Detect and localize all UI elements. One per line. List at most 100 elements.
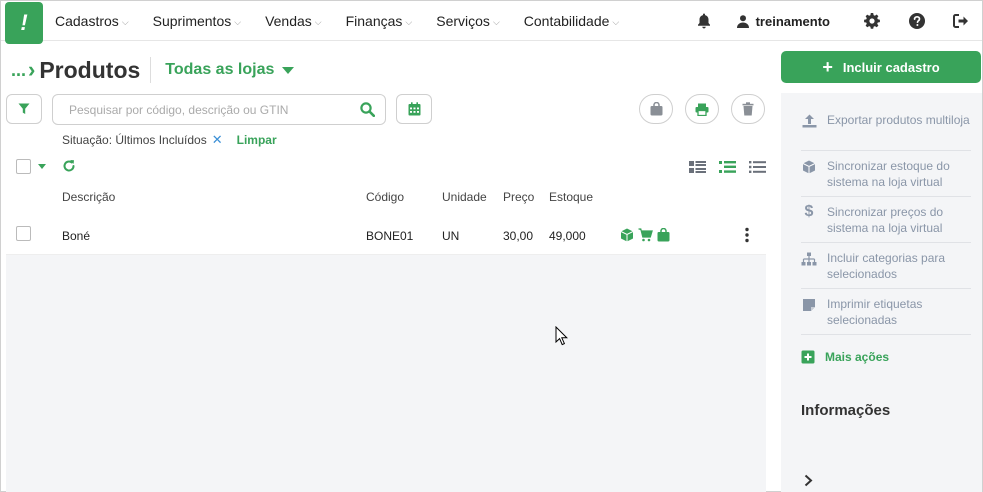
menu-servicos[interactable]: Serviços ⌵ bbox=[436, 13, 500, 29]
action-sync-stock[interactable]: Sincronizar estoque do sistema na loja v… bbox=[801, 158, 971, 190]
chevron-down-icon: ⌵ bbox=[492, 16, 500, 27]
clear-filters-link[interactable]: Limpar bbox=[237, 133, 277, 147]
column-header-estoque[interactable]: Estoque bbox=[549, 190, 593, 204]
notifications-button[interactable] bbox=[685, 1, 723, 41]
menu-label: Cadastros bbox=[55, 13, 119, 29]
row-actions-button[interactable] bbox=[745, 227, 749, 248]
action-sync-prices[interactable]: $ Sincronizar preços do sistema na loja … bbox=[801, 204, 971, 236]
action-label: Incluir categorias para selecionados bbox=[827, 251, 946, 281]
column-header-unidade[interactable]: Unidade bbox=[442, 190, 487, 204]
view-mode-cards[interactable] bbox=[689, 160, 706, 179]
side-panel bbox=[781, 93, 982, 492]
column-header-preco[interactable]: Preço bbox=[503, 190, 534, 204]
action-label: Imprimir etiquetas selecionadas bbox=[827, 297, 923, 327]
panel-expand-button[interactable] bbox=[804, 474, 813, 492]
chevron-down-icon: ⌵ bbox=[234, 16, 242, 27]
cell-unidade: UN bbox=[442, 229, 460, 243]
menu-vendas[interactable]: Vendas ⌵ bbox=[265, 13, 322, 29]
cell-descricao[interactable]: Boné bbox=[62, 229, 90, 243]
date-filter-button[interactable] bbox=[396, 94, 432, 124]
settings-button[interactable] bbox=[850, 1, 894, 41]
breadcrumb-more[interactable]: ... bbox=[11, 60, 26, 81]
chevron-down-icon: ⌵ bbox=[405, 16, 413, 27]
caret-down-icon bbox=[282, 66, 295, 74]
print-button[interactable] bbox=[685, 94, 719, 124]
chevron-down-icon: ⌵ bbox=[314, 16, 322, 27]
logout-button[interactable] bbox=[940, 1, 982, 41]
upload-icon bbox=[801, 114, 817, 128]
caret-down-icon bbox=[38, 164, 46, 169]
shopping-bag-icon bbox=[657, 227, 670, 247]
store-selector[interactable]: Todas as lojas bbox=[165, 61, 295, 79]
help-button[interactable] bbox=[894, 1, 940, 41]
filter-button[interactable] bbox=[6, 94, 42, 124]
action-print-labels[interactable]: Imprimir etiquetas selecionadas bbox=[801, 296, 971, 328]
gear-icon bbox=[864, 13, 880, 29]
view-mode-list[interactable] bbox=[719, 160, 736, 179]
help-icon bbox=[909, 13, 925, 29]
view-mode-switcher bbox=[689, 160, 779, 179]
top-navbar: ! Cadastros ⌵ Suprimentos ⌵ Vendas ⌵ Finanç… bbox=[1, 1, 982, 44]
menu-label: Finanças bbox=[345, 13, 403, 29]
refresh-icon bbox=[63, 160, 75, 172]
menu-label: Suprimentos bbox=[152, 13, 232, 29]
sitemap-icon bbox=[801, 252, 817, 266]
cell-estoque: 49,000 bbox=[549, 229, 586, 243]
printer-icon bbox=[695, 103, 709, 116]
search-icon[interactable] bbox=[360, 102, 375, 117]
cell-preco: 30,00 bbox=[503, 229, 534, 243]
view-mode-compact[interactable] bbox=[749, 160, 766, 179]
select-all-dropdown[interactable] bbox=[16, 159, 46, 174]
select-all-checkbox[interactable] bbox=[16, 159, 31, 174]
column-header-codigo[interactable]: Código bbox=[366, 190, 404, 204]
menu-contabilidade[interactable]: Contabilidade ⌵ bbox=[524, 13, 619, 29]
mouse-pointer-icon bbox=[555, 325, 569, 351]
page-header: ... › Produtos Todas as lojas bbox=[11, 55, 295, 85]
menu-cadastros[interactable]: Cadastros ⌵ bbox=[55, 13, 129, 29]
info-section-title: Informações bbox=[801, 402, 891, 419]
logout-icon bbox=[953, 14, 968, 28]
grid-list-icon bbox=[689, 161, 706, 173]
menu-financas[interactable]: Finanças ⌵ bbox=[346, 13, 413, 29]
chevron-down-icon: ⌵ bbox=[612, 16, 620, 27]
logo-mark: ! bbox=[20, 10, 28, 35]
page-title: Produtos bbox=[39, 56, 141, 83]
action-label: Sincronizar estoque do sistema na loja v… bbox=[827, 159, 950, 189]
remove-filter-icon[interactable]: ✕ bbox=[212, 132, 223, 148]
row-status-icons bbox=[620, 227, 674, 247]
bag-button[interactable] bbox=[639, 94, 673, 124]
shopping-bag-icon bbox=[650, 102, 662, 116]
user-name: treinamento bbox=[755, 13, 830, 29]
title-divider bbox=[150, 57, 152, 83]
more-actions-button[interactable]: Mais ações bbox=[801, 350, 889, 364]
cell-codigo: BONE01 bbox=[366, 229, 414, 243]
refresh-button[interactable] bbox=[62, 159, 76, 178]
plus-square-icon bbox=[801, 350, 815, 364]
main-menu: Cadastros ⌵ Suprimentos ⌵ Vendas ⌵ Finanças… bbox=[55, 1, 643, 41]
menu-label: Contabilidade bbox=[523, 13, 610, 29]
include-record-button[interactable]: + Incluir cadastro bbox=[781, 51, 981, 83]
plus-icon: + bbox=[822, 56, 833, 77]
user-menu[interactable]: treinamento bbox=[723, 1, 850, 41]
calendar-icon bbox=[408, 102, 420, 116]
action-label: Sincronizar preços do sistema na loja vi… bbox=[827, 205, 944, 235]
user-icon bbox=[736, 14, 749, 28]
menu-suprimentos[interactable]: Suprimentos ⌵ bbox=[153, 13, 241, 29]
action-export-multistore[interactable]: Exportar produtos multiloja bbox=[801, 112, 971, 128]
table-body bbox=[6, 214, 766, 492]
row-checkbox[interactable] bbox=[16, 226, 31, 241]
active-filter: Situação: Últimos Incluídos ✕ Limpar bbox=[62, 132, 277, 148]
action-include-categories[interactable]: Incluir categorias para selecionados bbox=[801, 250, 971, 282]
divider bbox=[801, 150, 971, 151]
divider bbox=[801, 196, 971, 197]
column-header-descricao[interactable]: Descrição bbox=[62, 190, 115, 204]
divider bbox=[801, 242, 971, 243]
delete-button[interactable] bbox=[731, 94, 765, 124]
app-logo[interactable]: ! bbox=[5, 2, 43, 44]
divider bbox=[801, 288, 971, 289]
search-box bbox=[52, 94, 386, 125]
menu-label: Vendas bbox=[265, 13, 312, 29]
search-input[interactable] bbox=[69, 95, 349, 124]
breadcrumb-arrow-icon: › bbox=[28, 57, 36, 82]
box-icon bbox=[801, 160, 817, 174]
